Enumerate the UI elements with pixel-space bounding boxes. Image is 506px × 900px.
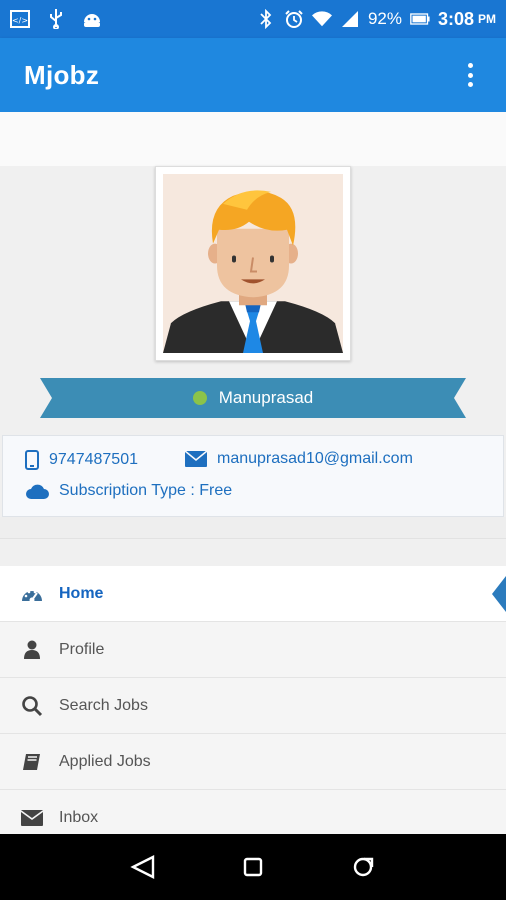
phone-icon <box>25 450 39 470</box>
clock-time: 3:08 <box>437 8 474 29</box>
profile-avatar[interactable] <box>155 166 351 361</box>
email-row: manuprasad10@gmail.com <box>185 450 413 468</box>
book-icon <box>20 750 44 774</box>
menu-item-label: Home <box>59 584 104 602</box>
menu-item-applied-jobs[interactable]: Applied Jobs <box>0 734 506 790</box>
back-triangle-icon <box>130 855 155 879</box>
profile-name: Manuprasad <box>218 388 314 407</box>
cloud-icon <box>26 484 49 499</box>
usb-icon <box>46 9 66 29</box>
code-notification-icon: </> <box>10 9 30 29</box>
contact-info-card: 9747487501 manuprasad10@gmail.com Subscr… <box>2 435 504 517</box>
back-button[interactable] <box>128 852 158 882</box>
recents-icon <box>353 857 374 877</box>
battery-icon <box>410 9 430 29</box>
menu-item-home[interactable]: Home <box>0 566 506 622</box>
subscription-row: Subscription Type : Free <box>25 482 232 500</box>
svg-text:</>: </> <box>12 16 28 25</box>
signal-icon <box>340 9 360 29</box>
phone-row: 9747487501 <box>25 450 138 470</box>
menu-item-label: Profile <box>59 640 105 658</box>
nav-menu: Home Profile Search Jobs Applied Jobs In… <box>0 566 506 846</box>
subscription-type: Subscription Type : Free <box>59 482 233 499</box>
envelope-icon <box>20 806 44 830</box>
search-icon <box>20 694 44 718</box>
name-ribbon: Manuprasad <box>40 378 466 418</box>
email-icon <box>185 451 207 467</box>
email-address[interactable]: manuprasad10@gmail.com <box>217 450 413 468</box>
app-bar: Mjobz <box>0 38 506 112</box>
battery-percent: 92% <box>367 9 402 28</box>
status-bar: </> 92% 3:08 PM <box>0 0 506 38</box>
active-indicator <box>492 576 506 612</box>
recents-button[interactable] <box>348 852 378 882</box>
avatar-illustration <box>163 174 343 353</box>
bluetooth-icon <box>256 9 276 29</box>
app-title: Mjobz <box>24 59 100 90</box>
menu-item-profile[interactable]: Profile <box>0 622 506 678</box>
person-icon <box>20 638 44 662</box>
overflow-menu-icon[interactable] <box>458 60 482 90</box>
menu-item-label: Inbox <box>59 808 99 826</box>
menu-item-label: Search Jobs <box>59 696 148 714</box>
android-icon <box>82 9 102 29</box>
home-button[interactable] <box>238 852 268 882</box>
phone-number[interactable]: 9747487501 <box>49 451 138 469</box>
menu-item-search-jobs[interactable]: Search Jobs <box>0 678 506 734</box>
home-square-icon <box>243 857 263 877</box>
alarm-icon <box>284 9 304 29</box>
section-divider <box>0 517 506 539</box>
system-nav-bar <box>0 834 506 900</box>
dashboard-icon <box>20 582 44 606</box>
wifi-icon <box>311 9 332 29</box>
menu-item-label: Applied Jobs <box>59 752 151 770</box>
online-status-dot <box>192 391 207 405</box>
header-strip <box>0 112 506 166</box>
clock-ampm: PM <box>478 12 496 26</box>
